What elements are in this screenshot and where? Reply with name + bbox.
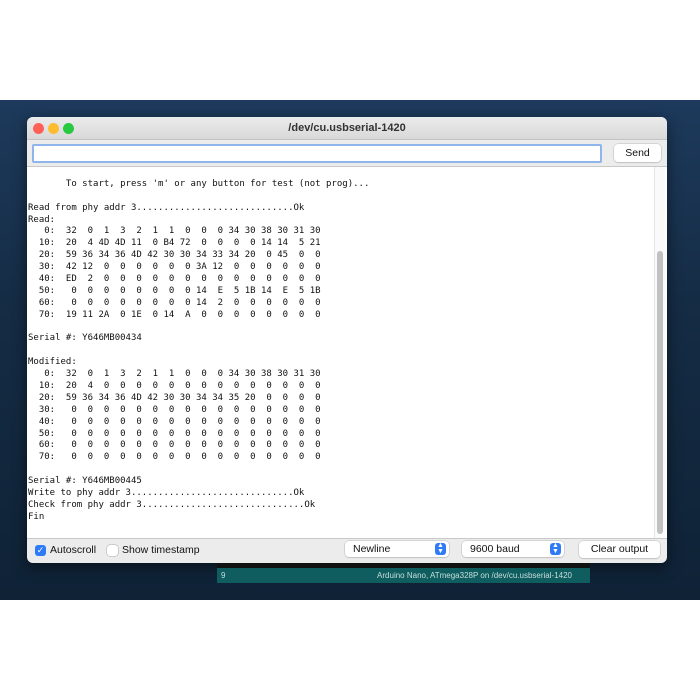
output-line: 40: 0 0 0 0 0 0 0 0 0 0 0 0 0 0 0 0 (28, 416, 321, 427)
output-line: 60: 0 0 0 0 0 0 0 0 14 2 0 0 0 0 0 0 (28, 297, 321, 308)
output-line: 10: 20 4 4D 4D 11 0 B4 72 0 0 0 0 14 14 … (28, 238, 321, 249)
line-ending-select[interactable]: Newline ▲ ▼ (345, 541, 449, 557)
scrollbar-thumb[interactable] (657, 251, 663, 534)
title-bar: /dev/cu.usbserial-1420 (27, 117, 667, 140)
output-line: 50: 0 0 0 0 0 0 0 0 0 0 0 0 0 0 0 0 (28, 428, 321, 439)
serial-monitor-window: /dev/cu.usbserial-1420 Send To start, pr… (27, 117, 667, 563)
serial-output[interactable]: To start, press 'm' or any button for te… (27, 166, 667, 539)
stepper-arrows-icon: ▲ ▼ (550, 542, 561, 555)
output-line: Modified: (28, 357, 77, 368)
output-line: Serial #: Y646MB00434 (28, 333, 142, 344)
output-line: Fin (28, 511, 45, 522)
output-line: 30: 42 12 0 0 0 0 0 0 3A 12 0 0 0 0 0 0 (28, 262, 321, 273)
baud-rate-value: 9600 baud (470, 543, 520, 555)
input-row: Send (27, 140, 667, 166)
show-timestamp-checkbox[interactable] (107, 545, 118, 556)
checkmark-icon: ✓ (36, 545, 45, 555)
ide-status-bar: 9 Arduino Nano, ATmega328P on /dev/cu.us… (217, 563, 590, 583)
output-line: 10: 20 4 0 0 0 0 0 0 0 0 0 0 0 0 0 0 (28, 381, 321, 392)
output-line: Check from phy addr 3...................… (28, 499, 316, 510)
serial-input[interactable] (32, 144, 602, 163)
output-line: Read: (28, 214, 56, 225)
autoscroll-checkbox[interactable]: ✓ (35, 545, 46, 556)
output-line: 20: 59 36 34 36 4D 42 30 30 34 33 34 20 … (28, 250, 321, 261)
output-line: 30: 0 0 0 0 0 0 0 0 0 0 0 0 0 0 0 0 (28, 404, 321, 415)
output-line: 70: 0 0 0 0 0 0 0 0 0 0 0 0 0 0 0 0 (28, 452, 321, 463)
baud-rate-select[interactable]: 9600 baud ▲ ▼ (462, 541, 564, 557)
output-line: 50: 0 0 0 0 0 0 0 0 14 E 5 1B 14 E 5 1B (28, 285, 321, 296)
window-title: /dev/cu.usbserial-1420 (288, 122, 406, 134)
show-timestamp-label: Show timestamp (122, 544, 200, 556)
output-line: 70: 19 11 2A 0 1E 0 14 A 0 0 0 0 0 0 0 0 (28, 309, 321, 320)
close-window-button[interactable] (33, 123, 44, 134)
line-number: 9 (221, 571, 226, 580)
autoscroll-label: Autoscroll (50, 544, 97, 556)
output-line: 0: 32 0 1 3 2 1 1 0 0 0 34 30 38 30 31 3… (28, 369, 321, 380)
output-line: 0: 32 0 1 3 2 1 1 0 0 0 34 30 38 30 31 3… (28, 226, 321, 237)
minimize-window-button[interactable] (48, 123, 59, 134)
send-button[interactable]: Send (614, 144, 661, 162)
clear-output-button[interactable]: Clear output (579, 541, 660, 558)
bottom-bar: ✓ Autoscroll Show timestamp Newline ▲ ▼ 9… (27, 538, 667, 563)
scrollbar[interactable] (654, 167, 665, 538)
zoom-window-button[interactable] (63, 123, 74, 134)
line-ending-value: Newline (353, 543, 391, 555)
board-info: Arduino Nano, ATmega328P on /dev/cu.usbs… (377, 571, 572, 580)
output-line: Serial #: Y646MB00445 (28, 476, 142, 487)
serial-output-text: To start, press 'm' or any button for te… (27, 167, 667, 524)
output-line: 20: 59 36 34 36 4D 42 30 30 34 34 35 20 … (28, 392, 321, 403)
output-line: Write to phy addr 3.....................… (28, 488, 305, 499)
output-line: 60: 0 0 0 0 0 0 0 0 0 0 0 0 0 0 0 0 (28, 440, 321, 451)
output-line: 40: ED 2 0 0 0 0 0 0 0 0 0 0 0 0 0 0 (28, 274, 321, 285)
output-line: To start, press 'm' or any button for te… (28, 178, 370, 189)
stepper-arrows-icon: ▲ ▼ (435, 542, 446, 555)
output-line: Read from phy addr 3....................… (28, 202, 305, 213)
